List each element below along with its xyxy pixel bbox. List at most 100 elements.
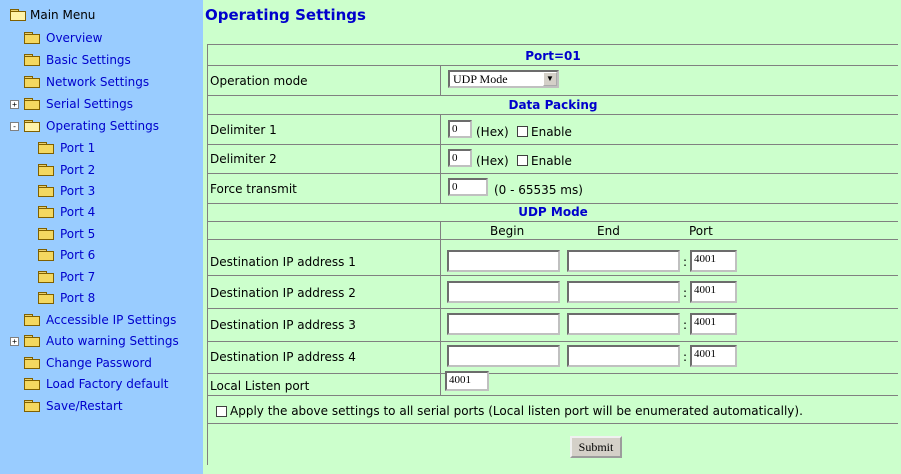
divider — [440, 239, 441, 275]
delimiter-2-input[interactable]: 0 — [448, 149, 472, 167]
delimiter-1-label: Delimiter 1 — [210, 123, 277, 137]
divider — [208, 239, 898, 240]
folder-icon — [24, 335, 40, 347]
destination-3-colon: : — [683, 318, 688, 332]
force-transmit-input[interactable]: 0 — [448, 178, 488, 196]
sidebar-item-port-2[interactable]: Port 2 — [0, 160, 200, 180]
sidebar-item-label: Save/Restart — [46, 399, 123, 413]
folder-icon — [38, 249, 54, 261]
sidebar-item-port-6[interactable]: Port 6 — [0, 245, 200, 265]
expand-icon[interactable]: + — [10, 337, 19, 346]
destination-4-begin-input[interactable] — [447, 345, 560, 367]
force-transmit-label: Force transmit — [210, 182, 297, 196]
delimiter-1-input[interactable]: 0 — [448, 120, 472, 138]
column-begin: Begin — [490, 224, 525, 238]
sidebar-item-load-factory-default[interactable]: Load Factory default — [0, 374, 200, 394]
destination-1-port-input[interactable]: 4001 — [690, 250, 737, 272]
destination-3-port-input[interactable]: 4001 — [690, 313, 737, 335]
folder-icon — [38, 164, 54, 176]
sidebar-root-main-menu[interactable]: Main Menu — [0, 5, 200, 25]
sidebar-nav: Main Menu Overview Basic Settings Networ… — [0, 0, 203, 474]
delimiter-1-hex-label: (Hex) — [476, 125, 509, 139]
sidebar-item-label: Change Password — [46, 356, 152, 370]
collapse-icon[interactable]: - — [10, 122, 19, 131]
sidebar-item-save-restart[interactable]: Save/Restart — [0, 396, 200, 416]
delimiter-2-label: Delimiter 2 — [210, 152, 277, 166]
apply-all-checkbox[interactable] — [216, 406, 227, 417]
apply-all-label: Apply the above settings to all serial p… — [230, 404, 803, 418]
sidebar-item-label: Auto warning Settings — [46, 334, 179, 348]
sidebar-item-label: Port 8 — [60, 291, 96, 305]
udp-mode-header: UDP Mode — [518, 205, 588, 219]
sidebar-item-port-7[interactable]: Port 7 — [0, 267, 200, 287]
destination-1-end-input[interactable] — [567, 250, 680, 272]
sidebar-item-port-1[interactable]: Port 1 — [0, 138, 200, 158]
local-listen-port-input[interactable]: 4001 — [445, 371, 489, 391]
operation-mode-value: UDP Mode — [453, 72, 508, 86]
destination-4-port-input[interactable]: 4001 — [690, 345, 737, 367]
sidebar-item-operating-settings[interactable]: - Operating Settings — [0, 116, 200, 136]
sidebar-item-overview[interactable]: Overview — [0, 28, 200, 48]
sidebar-item-label: Basic Settings — [46, 53, 131, 67]
folder-icon — [24, 314, 40, 326]
destination-4-end-input[interactable] — [567, 345, 680, 367]
divider — [208, 95, 898, 96]
folder-icon — [24, 357, 40, 369]
data-packing-header: Data Packing — [508, 98, 598, 112]
sidebar-item-port-5[interactable]: Port 5 — [0, 224, 200, 244]
folder-icon — [24, 54, 40, 66]
destination-2-colon: : — [683, 286, 688, 300]
destination-2-label: Destination IP address 2 — [210, 286, 356, 300]
chevron-down-icon[interactable]: ▼ — [543, 72, 557, 86]
divider — [440, 173, 441, 203]
sidebar-item-label: Port 5 — [60, 227, 96, 241]
folder-open-icon — [10, 9, 26, 21]
page-title: Operating Settings — [205, 6, 366, 24]
destination-2-begin-input[interactable] — [447, 281, 560, 303]
sidebar-item-label: Network Settings — [46, 75, 150, 89]
sidebar-item-network-settings[interactable]: Network Settings — [0, 72, 200, 92]
folder-icon — [24, 400, 40, 412]
divider — [208, 173, 898, 174]
folder-icon — [24, 32, 40, 44]
sidebar-item-port-4[interactable]: Port 4 — [0, 202, 200, 222]
destination-4-colon: : — [683, 350, 688, 364]
sidebar-item-label: Port 2 — [60, 163, 96, 177]
divider — [208, 65, 898, 66]
delimiter-2-enable-checkbox[interactable] — [517, 155, 528, 166]
folder-icon — [38, 142, 54, 154]
divider — [440, 221, 441, 239]
divider — [208, 114, 898, 115]
delimiter-1-enable-checkbox[interactable] — [517, 126, 528, 137]
folder-icon — [24, 98, 40, 110]
sidebar-item-label: Serial Settings — [46, 97, 133, 111]
local-listen-port-label: Local Listen port — [210, 379, 310, 393]
folder-icon — [38, 185, 54, 197]
divider — [208, 423, 898, 424]
sidebar-item-label: Load Factory default — [46, 377, 169, 391]
sidebar-item-port-3[interactable]: Port 3 — [0, 181, 200, 201]
destination-2-port-input[interactable]: 4001 — [690, 281, 737, 303]
sidebar-item-accessible-ip-settings[interactable]: Accessible IP Settings — [0, 310, 200, 330]
divider — [440, 341, 441, 373]
sidebar-item-port-8[interactable]: Port 8 — [0, 288, 200, 308]
operation-mode-select[interactable]: UDP Mode ▼ — [448, 70, 559, 88]
divider — [440, 144, 441, 173]
destination-2-end-input[interactable] — [567, 281, 680, 303]
submit-button[interactable]: Submit — [570, 436, 622, 458]
destination-1-colon: : — [683, 255, 688, 269]
operation-mode-label: Operation mode — [210, 74, 308, 88]
divider — [208, 275, 898, 276]
destination-1-begin-input[interactable] — [447, 250, 560, 272]
expand-icon[interactable]: + — [10, 100, 19, 109]
destination-3-end-input[interactable] — [567, 313, 680, 335]
sidebar-item-serial-settings[interactable]: + Serial Settings — [0, 94, 200, 114]
divider — [208, 395, 898, 396]
divider — [440, 275, 441, 308]
destination-3-begin-input[interactable] — [447, 313, 560, 335]
sidebar-item-auto-warning-settings[interactable]: + Auto warning Settings — [0, 331, 200, 351]
sidebar-item-label: Accessible IP Settings — [46, 313, 177, 327]
sidebar-item-basic-settings[interactable]: Basic Settings — [0, 50, 200, 70]
folder-icon — [38, 271, 54, 283]
sidebar-item-change-password[interactable]: Change Password — [0, 353, 200, 373]
